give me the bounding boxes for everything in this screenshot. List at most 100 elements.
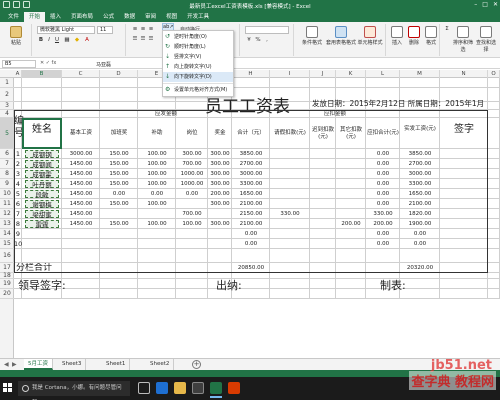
cell-overtime[interactable] <box>100 229 138 239</box>
cell-late[interactable] <box>310 189 336 199</box>
orientation-menu-item[interactable]: ↺ 逆时针角度(O) <box>163 32 233 42</box>
ribbon-tab[interactable]: 页面布局 <box>66 12 98 22</box>
currency-icon[interactable]: ¥ <box>246 37 252 43</box>
cell-allowance[interactable]: 100.00 <box>138 149 176 159</box>
cell-leave[interactable] <box>270 189 310 199</box>
cell-deduct[interactable]: 0.00 <box>366 169 400 179</box>
edge-icon[interactable] <box>156 382 168 394</box>
row-header[interactable]: 2 <box>0 88 14 102</box>
cell-allowance[interactable]: 100.00 <box>138 199 176 209</box>
cell-overtime[interactable]: 150.00 <box>100 169 138 179</box>
row-header[interactable]: 13 <box>0 219 14 229</box>
cell-actual[interactable]: 1650.00 <box>400 189 440 199</box>
cell-deduct[interactable]: 0.00 <box>366 189 400 199</box>
close-icon[interactable]: ✕ <box>493 1 498 8</box>
cell-other[interactable] <box>336 209 366 219</box>
maximize-icon[interactable]: □ <box>482 1 488 8</box>
cell-total[interactable]: 3300.00 <box>232 179 270 189</box>
cell-allowance[interactable]: 100.00 <box>138 219 176 229</box>
orientation-menu-item[interactable]: ⇣ 竖排文字(V) <box>163 52 233 62</box>
cell-position[interactable]: 1000.00 <box>176 179 208 189</box>
column-header[interactable]: C <box>62 70 100 78</box>
employee-name[interactable]: 梁甜蜜 <box>25 210 59 219</box>
format-cells-button[interactable]: 格式 <box>423 26 439 46</box>
cell-total[interactable]: 3850.00 <box>232 149 270 159</box>
number-format-select[interactable] <box>245 26 289 34</box>
align-bottom-icon[interactable]: ≡ <box>148 26 154 32</box>
cell-total[interactable]: 3000.00 <box>232 169 270 179</box>
column-header[interactable]: N <box>440 70 488 78</box>
cell-overtime[interactable] <box>100 209 138 219</box>
orientation-menu-item[interactable]: ↓ 向下旋转文字(D) <box>163 72 233 82</box>
minimize-icon[interactable]: – <box>474 1 477 8</box>
cell-basic[interactable] <box>62 239 100 249</box>
cell-basic[interactable] <box>62 229 100 239</box>
cell-other[interactable] <box>336 199 366 209</box>
cell-position[interactable]: 700.00 <box>176 159 208 169</box>
border-icon[interactable]: ▦ <box>64 37 70 43</box>
app-taskbar-icon[interactable] <box>228 382 240 394</box>
cell-actual[interactable]: 1900.00 <box>400 219 440 229</box>
cell-deduct[interactable]: 0.00 <box>366 159 400 169</box>
formula-input[interactable]: 马亚磊 <box>96 61 111 68</box>
paste-button[interactable]: 粘贴 <box>5 26 27 46</box>
align-left-icon[interactable]: ☰ <box>132 36 138 42</box>
cell-allowance[interactable]: 100.00 <box>138 159 176 169</box>
cell-other[interactable] <box>336 189 366 199</box>
cell-actual[interactable]: 0.00 <box>400 229 440 239</box>
row-header[interactable]: 3 <box>0 102 14 110</box>
column-header[interactable]: B <box>22 70 62 78</box>
excel-taskbar-icon[interactable] <box>210 382 222 398</box>
orientation-menu-item[interactable]: ↻ 顺时针角度(L) <box>163 42 233 52</box>
ribbon-tab[interactable]: 开始 <box>24 12 46 22</box>
cell-leave[interactable] <box>270 169 310 179</box>
cell-bonus[interactable]: 200.00 <box>208 189 232 199</box>
row-header[interactable]: 7 <box>0 159 14 169</box>
windows-start-icon[interactable] <box>3 383 13 393</box>
cell-allowance[interactable] <box>138 229 176 239</box>
column-header[interactable]: L <box>366 70 400 78</box>
cell-position[interactable] <box>176 229 208 239</box>
cell-position[interactable]: 100.00 <box>176 219 208 229</box>
cell-total[interactable]: 0.00 <box>232 239 270 249</box>
cell-allowance[interactable]: 0.00 <box>138 189 176 199</box>
cell-late[interactable] <box>310 209 336 219</box>
cell-other[interactable] <box>336 179 366 189</box>
sheet-tab[interactable]: Sheet3 <box>58 359 87 370</box>
row-header[interactable]: 6 <box>0 149 14 159</box>
orientation-menu-item[interactable]: ↑ 向上旋转文字(U) <box>163 62 233 72</box>
row-header[interactable]: 16 <box>0 249 14 263</box>
cell-position[interactable] <box>176 199 208 209</box>
italic-icon[interactable]: I <box>46 37 52 43</box>
cell-leave[interactable] <box>270 159 310 169</box>
sheet-tab[interactable]: Sheet2 <box>146 359 175 370</box>
cell-bonus[interactable] <box>208 209 232 219</box>
cell-deduct[interactable]: 0.00 <box>366 229 400 239</box>
row-header[interactable]: 9 <box>0 179 14 189</box>
cell-allowance[interactable]: 100.00 <box>138 179 176 189</box>
cell-deduct[interactable]: 0.00 <box>366 149 400 159</box>
cell-overtime[interactable]: 150.00 <box>100 149 138 159</box>
fx-icon[interactable]: ✕ ✓ fx <box>40 60 56 66</box>
row-header[interactable]: 4 <box>0 110 14 118</box>
cell-leave[interactable] <box>270 149 310 159</box>
employee-name[interactable]: 叶丹丽 <box>25 180 59 189</box>
cell-position[interactable] <box>176 239 208 249</box>
ribbon-tab[interactable]: 视图 <box>161 12 182 22</box>
insert-cells-button[interactable]: 插入 <box>389 26 405 46</box>
cell-late[interactable] <box>310 169 336 179</box>
task-view-icon[interactable] <box>138 382 150 394</box>
cell-total[interactable]: 2150.00 <box>232 209 270 219</box>
cell-position[interactable]: 300.00 <box>176 149 208 159</box>
cell-leave[interactable] <box>270 239 310 249</box>
font-color-icon[interactable]: A <box>84 37 90 43</box>
column-header[interactable]: K <box>336 70 366 78</box>
cell-deduct[interactable]: 0.00 <box>366 239 400 249</box>
cell-overtime[interactable]: 150.00 <box>100 179 138 189</box>
cell-basic[interactable]: 1450.00 <box>62 209 100 219</box>
store-icon[interactable] <box>192 382 204 394</box>
cell-late[interactable] <box>310 219 336 229</box>
cell-bonus[interactable]: 300.00 <box>208 179 232 189</box>
add-sheet-icon[interactable]: + <box>192 360 201 369</box>
employee-name[interactable]: 雷霆 <box>25 220 59 229</box>
